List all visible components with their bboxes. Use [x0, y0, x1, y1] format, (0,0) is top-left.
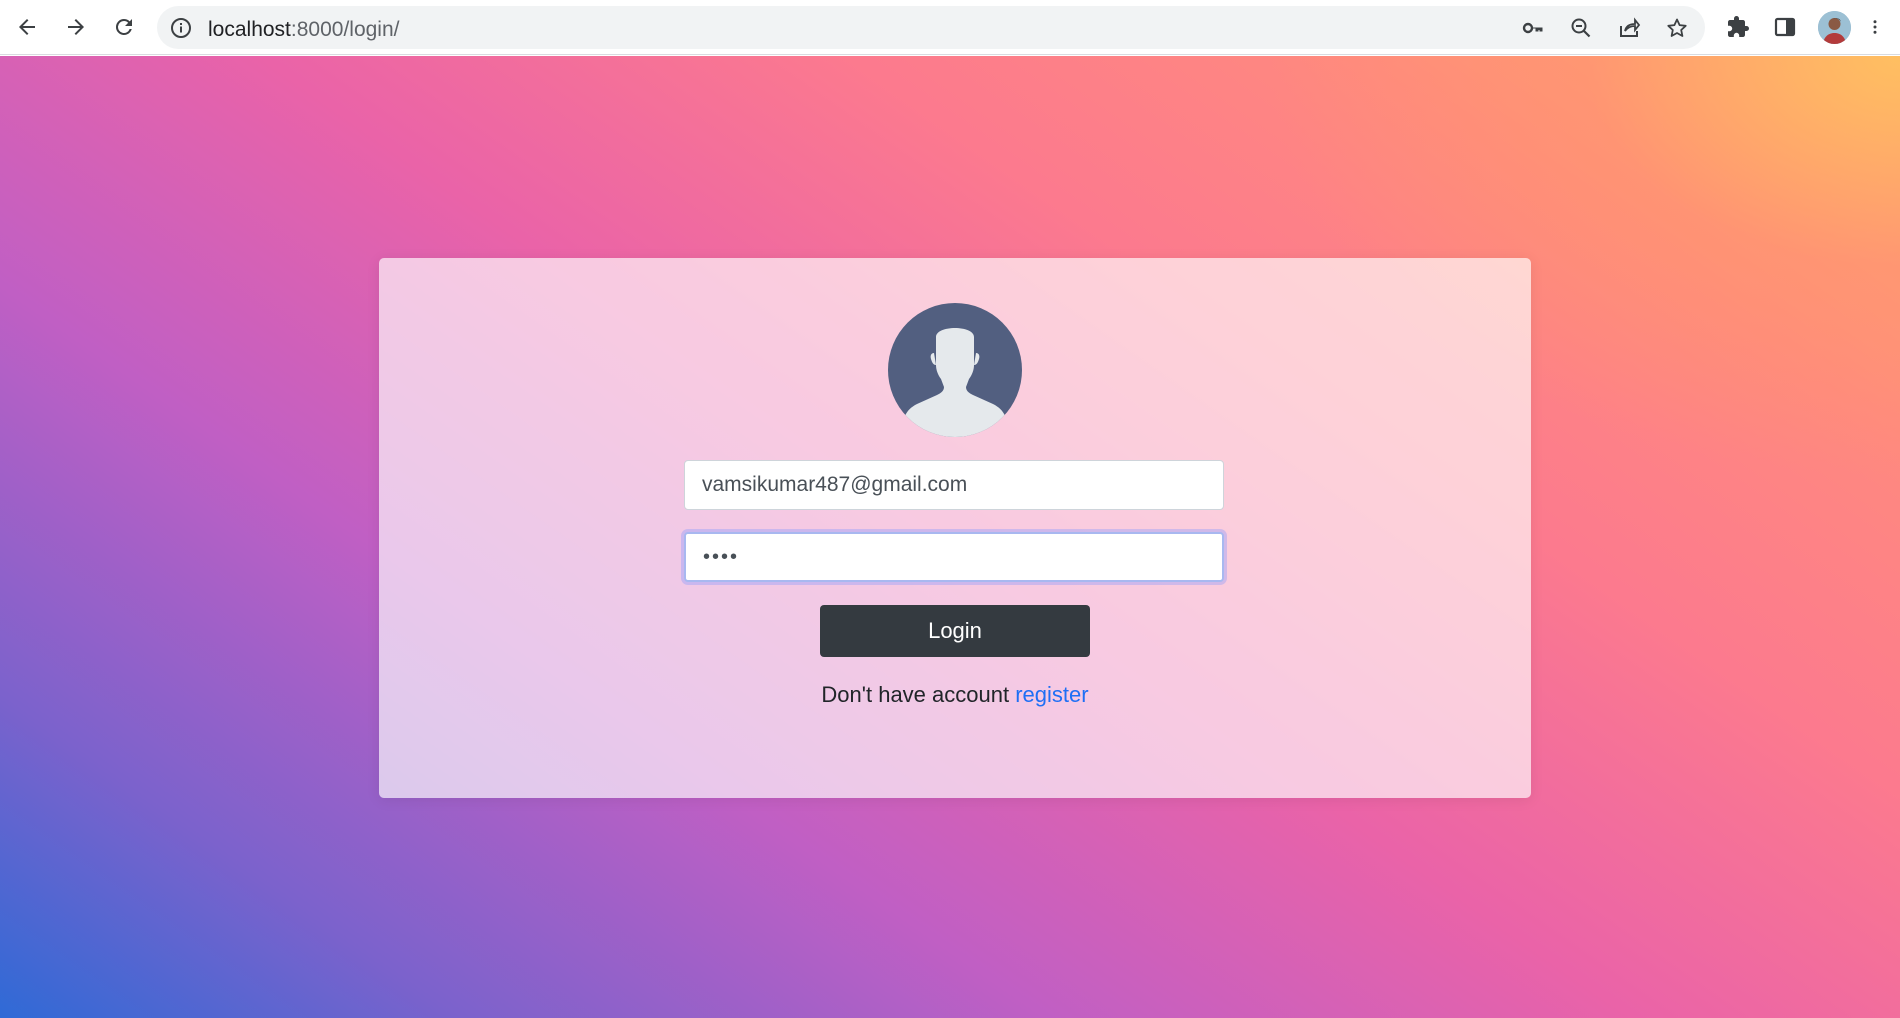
login-button[interactable]: Login: [820, 605, 1090, 657]
reload-icon: [115, 18, 132, 35]
url-path: :8000/login/: [290, 18, 400, 41]
side-panel-icon: [1774, 17, 1796, 37]
puzzle-icon: [1728, 16, 1749, 37]
register-prompt: Don't have account register: [379, 682, 1531, 708]
arrow-left-icon: [19, 19, 35, 35]
user-silhouette-icon: [905, 328, 1005, 437]
star-icon: [1667, 18, 1687, 37]
browser-toolbar: localhost:8000/login/: [0, 0, 1900, 55]
user-avatar: [888, 303, 1022, 437]
login-card: Login Don't have account register: [379, 258, 1531, 798]
back-button[interactable]: [9, 9, 45, 45]
url-text: localhost:8000/login/: [208, 18, 399, 42]
password-manager-button[interactable]: [1520, 15, 1546, 41]
forward-button[interactable]: [58, 9, 94, 45]
profile-avatar[interactable]: [1818, 11, 1851, 44]
profile-photo-icon: [1818, 11, 1851, 44]
share-button[interactable]: [1616, 15, 1642, 41]
password-field[interactable]: [684, 532, 1224, 582]
key-icon: [1522, 22, 1543, 34]
page-background: Login Don't have account register: [0, 56, 1900, 1018]
no-account-text: Don't have account: [821, 682, 1016, 707]
address-bar[interactable]: localhost:8000/login/: [157, 6, 1705, 49]
arrow-right-icon: [68, 19, 84, 35]
bookmark-button[interactable]: [1664, 15, 1690, 41]
info-icon[interactable]: [169, 16, 193, 40]
kebab-menu-icon: [1873, 20, 1877, 34]
url-host: localhost: [208, 18, 291, 41]
side-panel-button[interactable]: [1771, 13, 1799, 41]
zoom-out-icon: [1571, 18, 1591, 38]
reload-button[interactable]: [106, 9, 142, 45]
email-field[interactable]: [684, 460, 1224, 510]
zoom-button[interactable]: [1568, 15, 1594, 41]
extensions-button[interactable]: [1724, 13, 1752, 41]
browser-menu-button[interactable]: [1866, 13, 1884, 41]
register-link[interactable]: register: [1015, 682, 1088, 707]
share-icon: [1620, 17, 1641, 37]
